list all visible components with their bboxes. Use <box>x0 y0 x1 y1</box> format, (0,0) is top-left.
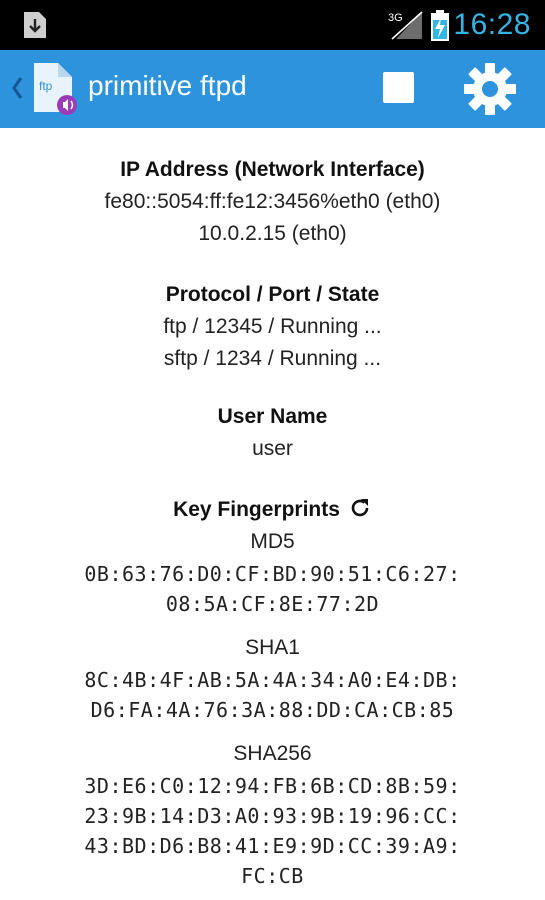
sha256-fingerprint-line: 23:9B:14:D3:A0:93:9B:19:96:CC: <box>84 804 461 828</box>
user-name-value: user <box>252 437 293 460</box>
protocol-section: Protocol / Port / State ftp / 12345 / Ru… <box>0 283 545 371</box>
md5-fingerprint-line: 08:5A:CF:8E:77:2D <box>165 592 380 616</box>
action-bar: ftp primitive ftpd <box>0 50 545 128</box>
fingerprints-title-label: Key Fingerprints <box>173 498 340 521</box>
user-section: User Name user <box>0 405 545 461</box>
sha1-fingerprint-line: D6:FA:4A:76:3A:88:DD:CA:CB:85 <box>90 698 455 722</box>
sha1-fingerprint-line: 8C:4B:4F:AB:5A:4A:34:A0:E4:DB: <box>84 668 461 692</box>
stop-button[interactable] <box>383 72 414 103</box>
sha1-label: SHA1 <box>245 636 300 659</box>
sha256-fingerprint-line: 3D:E6:C0:12:94:FB:6B:CD:8B:59: <box>84 774 461 798</box>
sha256-fingerprint-line: FC:CB <box>241 864 304 888</box>
app-icon[interactable]: ftp <box>28 60 80 118</box>
section-title-protocol: Protocol / Port / State <box>165 283 380 306</box>
section-title-ip: IP Address (Network Interface) <box>120 158 425 181</box>
settings-gear-icon[interactable] <box>462 61 518 117</box>
ip-address-value: 10.0.2.15 (eth0) <box>198 222 347 245</box>
ip-address-section: IP Address (Network Interface) fe80::505… <box>0 158 545 246</box>
up-caret-icon[interactable] <box>10 73 24 103</box>
section-title-fingerprints: Key Fingerprints <box>0 496 545 522</box>
section-title-user: User Name <box>217 405 328 428</box>
protocol-value: ftp / 12345 / Running ... <box>163 315 382 338</box>
md5-fingerprint-line: 0B:63:76:D0:CF:BD:90:51:C6:27: <box>84 562 461 586</box>
status-bar: 3G 16:28 <box>0 0 545 50</box>
ip-address-value: fe80::5054:ff:fe12:3456%eth0 (eth0) <box>104 190 441 213</box>
download-notification-icon <box>24 12 46 38</box>
battery-charging-icon <box>431 10 449 41</box>
protocol-value: sftp / 1234 / Running ... <box>163 347 382 370</box>
sha256-fingerprint-line: 43:BD:D6:B8:41:E9:9D:CC:39:A9: <box>84 834 461 858</box>
app-title: primitive ftpd <box>88 70 247 101</box>
clock: 16:28 <box>453 8 531 41</box>
refresh-icon[interactable] <box>348 496 372 520</box>
server-info-panel: IP Address (Network Interface) fe80::505… <box>0 128 545 900</box>
fingerprints-section: Key Fingerprints MD5 0B:63:76:D0:CF:BD:9… <box>0 496 545 888</box>
sha256-label: SHA256 <box>233 742 312 765</box>
svg-text:ftp: ftp <box>39 79 53 93</box>
md5-label: MD5 <box>250 530 295 553</box>
svg-text:3G: 3G <box>388 12 403 24</box>
signal-3g-icon: 3G <box>388 11 423 40</box>
